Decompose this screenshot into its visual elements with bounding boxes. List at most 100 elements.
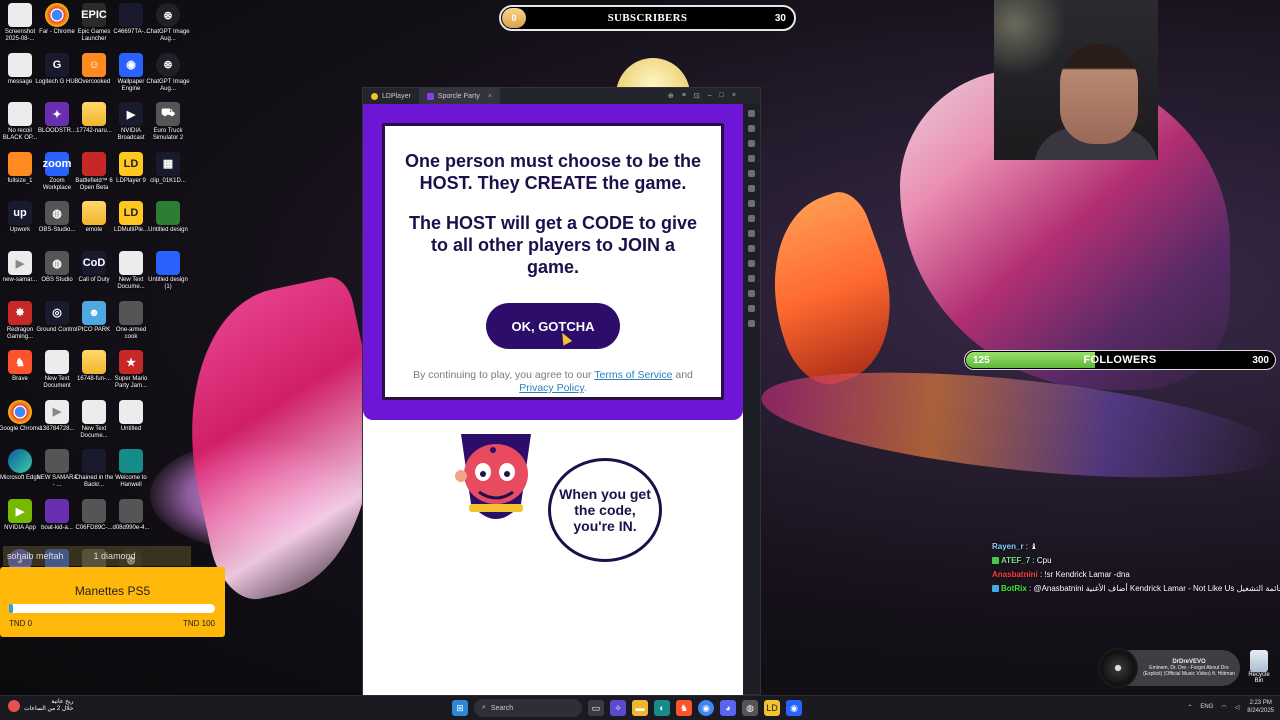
copilot-icon[interactable]: ✧ [610, 700, 626, 716]
chrome-taskbar-icon[interactable]: ◉ [698, 700, 714, 716]
desktop-icon-nvidia[interactable]: ▶ NVIDIA App [0, 499, 40, 547]
desktop-icon-battlefield[interactable]: Battlefield™ 6 Open Beta [74, 151, 114, 200]
tab-sporcle-party[interactable]: Sporcle Party × [418, 88, 500, 104]
desktop-icon-chatgpt[interactable]: ⊛ChatGPT Image Aug... [146, 3, 190, 51]
lang-indicator[interactable]: ENG [1200, 704, 1213, 710]
desktop-icon-image-file[interactable]: Untitled design (1) [148, 251, 188, 299]
desktop-icon-obs[interactable]: ◍ OBS Studio [37, 251, 77, 299]
tray-chevron-icon[interactable]: ⌃ [1187, 704, 1192, 711]
clock[interactable]: 2:23 PM 8/24/2025 [1247, 699, 1274, 715]
desktop-icon-pico-park[interactable]: ☻ PICO PARK [74, 300, 114, 349]
close-button[interactable]: × [732, 92, 736, 100]
desktop-icon-video-file[interactable]: ▶ new-samar... [0, 251, 40, 299]
location-icon[interactable] [747, 305, 755, 312]
desktop-icon-brave[interactable]: ♞ Brave [0, 350, 40, 398]
folder-icon[interactable] [747, 290, 755, 297]
desktop-icon-edge[interactable]: Microsoft Edge [0, 449, 40, 497]
desktop-icon-image-file[interactable]: boat-kid-a... [37, 499, 77, 547]
desktop-icon-text-file[interactable]: New Text Docume... [74, 399, 114, 448]
operations-icon[interactable] [747, 260, 755, 267]
desktop-icon-folder[interactable]: emote [74, 201, 114, 249]
desktop-icon-image-file[interactable]: C46697TA-... [111, 3, 151, 51]
desktop-icon-image-file[interactable]: d08d990e-4... [111, 499, 151, 547]
desktop-icon-ldplayer[interactable]: LD LDMultiPle... [111, 201, 151, 249]
maximize-button[interactable]: □ [720, 92, 724, 100]
desktop-icon-file[interactable]: ▦ clip_01K1D... [148, 151, 188, 200]
desktop-icon-obs[interactable]: ◍ OBS-Studio... [37, 201, 77, 249]
task-view-icon[interactable]: ▭ [588, 700, 604, 716]
terms-of-service-link[interactable]: Terms of Service [594, 369, 672, 381]
desktop-icon-game[interactable]: Welcome to Hanwell [111, 449, 151, 497]
delete-icon[interactable] [747, 275, 755, 282]
desktop-icon-image-file[interactable]: fullsize_1 [0, 151, 40, 200]
desktop-icon-wallpaper-engine[interactable]: ◉ Wallpaper Engine [111, 52, 151, 101]
install-icon[interactable] [747, 230, 755, 237]
screen-icon[interactable]: ⊡ [694, 92, 700, 100]
desktop-icon-redragon[interactable]: ✸ Redragon Gaming... [0, 300, 40, 349]
desktop-icon-file[interactable]: No recoil BLACK OP... [0, 102, 40, 150]
gamepad-icon[interactable] [747, 215, 755, 222]
ldplayer-taskbar-icon[interactable]: LD [764, 700, 780, 716]
discord-taskbar-icon[interactable]: ◕ [720, 700, 736, 716]
desktop-icon-call-of-duty[interactable]: CoD Call of Duty [74, 251, 114, 299]
tab-ldplayer[interactable]: LDPlayer [363, 88, 419, 104]
desktop-icon-logitech[interactable]: G Logitech G HUB [35, 52, 79, 101]
volume-up-icon[interactable] [747, 140, 755, 147]
desktop-icon-image-file[interactable]: Untitled design [148, 201, 188, 249]
account-icon[interactable]: ⊕ [668, 92, 674, 100]
wallpaper-taskbar-icon[interactable]: ◉ [786, 700, 802, 716]
volume-down-icon[interactable] [747, 155, 755, 162]
desktop-icon-zoom[interactable]: zoom Zoom Workplace [37, 151, 77, 200]
desktop-icon-overcooked[interactable]: ☺ Overcooked [74, 52, 114, 101]
desktop-icon-chatgpt[interactable]: ⊛ChatGPT Image Aug... [146, 52, 190, 101]
desktop-icon-ldplayer[interactable]: LD LDPlayer 9 [111, 151, 151, 200]
file-explorer-icon[interactable]: ▬ [632, 700, 648, 716]
record-icon[interactable] [747, 245, 755, 252]
desktop-icon-folder[interactable]: 16748-fun-... [74, 350, 114, 398]
privacy-policy-link[interactable]: Privacy Policy [519, 382, 584, 394]
desktop-icon-game[interactable]: One-armed cook [111, 300, 151, 349]
desktop-icon-text-file[interactable]: New Text Document [37, 350, 77, 398]
recycle-bin[interactable]: Recycle Bin [1244, 650, 1274, 684]
more-icon[interactable] [747, 320, 755, 327]
start-icon[interactable]: ⊞ [452, 700, 468, 716]
ok-gotcha-button[interactable]: OK, GOTCHA [486, 303, 620, 349]
search-box[interactable]: ⌕ Search [474, 699, 582, 717]
edge-taskbar-icon[interactable]: ◐ [654, 700, 670, 716]
volume-icon[interactable]: ◁ [1235, 704, 1240, 711]
desktop-icon-game[interactable]: Chained in the Backr... [74, 449, 114, 497]
desktop-icon-image-file[interactable]: NEW SAMARA - ... [36, 449, 78, 497]
settings-icon[interactable] [747, 110, 755, 117]
recycle-bin-icon [1250, 650, 1268, 672]
desktop-icon-ground-control[interactable]: ◎ Ground Control [36, 300, 78, 349]
sporcle-party-screen: One person must choose to be the HOST. T… [363, 104, 743, 696]
desktop-icon-nvidia[interactable]: ▶ NVIDIA Broadcast [111, 102, 151, 150]
desktop-icon-game[interactable]: ✦ BLOODSTR... [37, 102, 77, 150]
ldplayer-titlebar[interactable]: LDPlayer Sporcle Party × ⊕ ≡ ⊡ – □ × [363, 88, 760, 104]
desktop-icon-epic-games[interactable]: EPIC Epic Games Launcher [74, 3, 114, 51]
fullscreen-icon[interactable] [747, 170, 755, 177]
desktop-icon-video-file[interactable]: ▶ 138784728... [37, 399, 77, 448]
desktop-icon-chrome[interactable]: Far - Chrome [37, 3, 77, 51]
brave-taskbar-icon[interactable]: ♞ [676, 700, 692, 716]
desktop-icon-text-file[interactable]: New Text Docume... [111, 251, 151, 299]
desktop-icon-mario[interactable]: ★ Super Mario Party Jam... [111, 350, 151, 398]
desktop-icon-image-file[interactable]: Untitled [111, 399, 151, 448]
ldplayer-window[interactable]: LDPlayer Sporcle Party × ⊕ ≡ ⊡ – □ × One… [362, 87, 761, 696]
tab-close-icon[interactable]: × [488, 93, 492, 100]
weather-widget[interactable]: ريح عاتية خلال 2 من الساعات [8, 699, 74, 713]
desktop-icon-file[interactable]: Screenshot 2025-08-... [0, 3, 40, 51]
network-icon[interactable]: ◠ [1221, 704, 1226, 711]
desktop-icon-image-file[interactable]: C06FD89C-... [74, 499, 114, 547]
menu-icon[interactable]: ≡ [682, 92, 686, 100]
desktop-icon-truck[interactable]: ⛟ Euro Truck Simulator 2 [148, 102, 188, 150]
desktop-icon-upwork[interactable]: up Upwork [0, 201, 40, 249]
desktop-icon-file[interactable]: message [0, 52, 40, 101]
obs-taskbar-icon[interactable]: ◍ [742, 700, 758, 716]
minimize-button[interactable]: – [708, 92, 712, 100]
keyboard-icon[interactable] [747, 125, 755, 132]
desktop-icon-folder[interactable]: 17742-naru... [74, 102, 114, 150]
sync-icon[interactable] [747, 185, 755, 192]
screenshot-icon[interactable] [747, 200, 755, 207]
desktop-icon-chrome[interactable]: Google Chrome [0, 399, 41, 448]
